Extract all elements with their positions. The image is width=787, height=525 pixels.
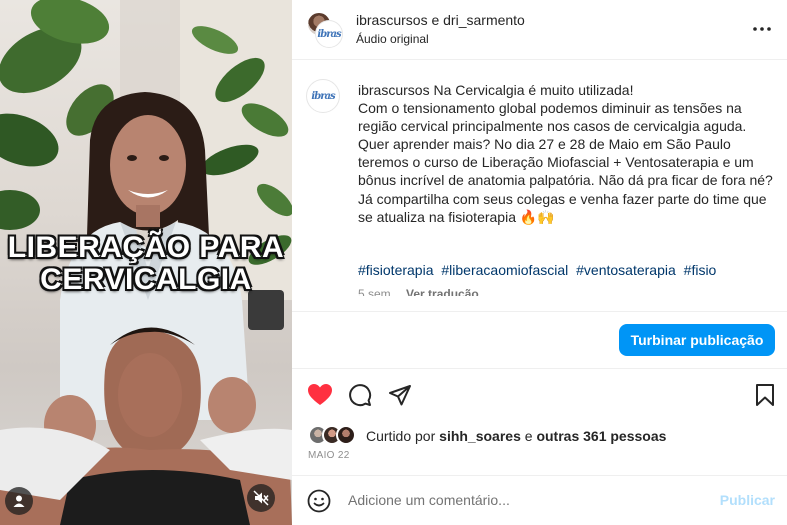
likes-middle: e (524, 428, 533, 444)
caption-line: Na Cervicalgia é muito utilizada! (429, 82, 634, 98)
account-names[interactable]: ibrascursos e dri_sarmento (356, 12, 525, 28)
caption-line: Já compartilha com seus colegas e venha … (358, 190, 767, 225)
heart-filled-icon (308, 384, 332, 405)
caption-time-ago: 5 sem (358, 287, 391, 296)
liker-username-link[interactable]: sihh_soares (439, 428, 521, 444)
emoji-smile-icon (307, 489, 331, 513)
post-details-panel: ibras ibrascursos e dri_sarmento Áudio o… (292, 0, 787, 525)
caption-text: ibrascursos Na Cervicalgia é muito utili… (358, 81, 773, 226)
speaker-muted-icon (253, 490, 269, 506)
bookmark-icon (756, 384, 774, 406)
translate-link[interactable]: Ver tradução (406, 287, 479, 296)
divider (292, 368, 787, 369)
hashtag-link[interactable]: #fisio (684, 262, 717, 278)
comment-button[interactable] (346, 381, 374, 409)
add-comment-row: Publicar (292, 476, 787, 525)
user-icon (13, 495, 25, 507)
like-button[interactable] (306, 381, 334, 409)
caption-meta: 5 sem Ver tradução (358, 287, 479, 296)
hashtag-link[interactable]: #ventosaterapia (576, 262, 676, 278)
other-likes-link[interactable]: outras 361 pessoas (536, 428, 666, 444)
hashtag-link[interactable]: #fisioterapia (358, 262, 434, 278)
collab-avatars[interactable]: ibras (306, 11, 346, 47)
post-header: ibras ibrascursos e dri_sarmento Áudio o… (292, 0, 787, 60)
likes-summary: Curtido por sihh_soares e outras 361 pes… (308, 424, 666, 448)
hashtag-link[interactable]: #liberacaomiofascial (441, 262, 568, 278)
liker-avatars[interactable] (308, 425, 360, 447)
avatar-ibrascursos[interactable]: ibras (316, 21, 342, 47)
save-button[interactable] (751, 381, 779, 409)
avatar (336, 425, 356, 445)
caption-username[interactable]: ibrascursos (358, 82, 430, 98)
share-icon (389, 385, 411, 406)
comment-input[interactable] (348, 489, 708, 511)
caption-avatar[interactable]: ibras (306, 79, 340, 113)
boost-post-button[interactable]: Turbinar publicação (619, 324, 775, 356)
reel-video[interactable]: LIBERAÇÃO PARA CERVICALGIA (0, 0, 292, 525)
share-button[interactable] (386, 381, 414, 409)
comment-icon (349, 384, 372, 407)
divider (292, 311, 787, 312)
tagged-users-button[interactable] (5, 487, 33, 515)
caption-section: ibras ibrascursos Na Cervicalgia é muito… (292, 61, 787, 296)
emoji-picker-button[interactable] (306, 488, 332, 514)
video-overlay-title-line1: LIBERAÇÃO PARA (7, 231, 285, 264)
mute-toggle-button[interactable] (247, 484, 275, 512)
account-names-link[interactable]: ibrascursos e dri_sarmento (356, 12, 525, 28)
post-comment-button[interactable]: Publicar (720, 492, 775, 508)
hashtags: #fisioterapia #liberacaomiofascial #vent… (358, 262, 720, 278)
video-overlay-title-line2: CERVICALGIA (40, 263, 252, 296)
post-date[interactable]: MAIO 22 (308, 450, 350, 461)
ibras-logo: ibras (317, 28, 341, 40)
more-horizontal-icon (753, 27, 771, 31)
more-options-button[interactable] (751, 18, 773, 40)
caption-line: Com o tensionamento global podemos dimin… (358, 100, 773, 189)
post-actions-bar (292, 378, 787, 412)
audio-label[interactable]: Áudio original (356, 32, 429, 46)
ibras-logo: ibras (311, 90, 335, 102)
likes-prefix: Curtido por (366, 428, 436, 444)
